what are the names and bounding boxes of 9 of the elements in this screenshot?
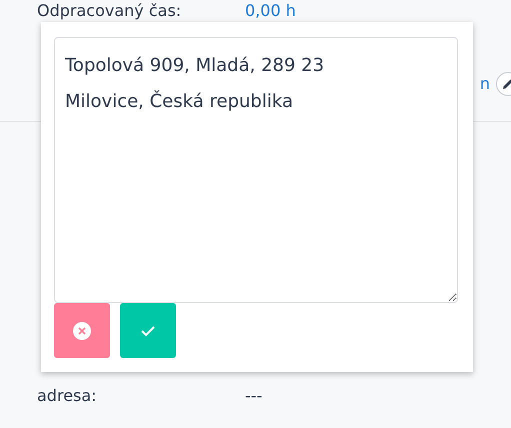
cancel-icon xyxy=(73,322,91,340)
field-label: Odpracovaný čas: xyxy=(37,1,182,20)
field-label: adresa: xyxy=(37,386,98,405)
field-value: n xyxy=(480,74,490,93)
field-value: --- xyxy=(245,386,262,405)
address-field[interactable]: Topolová 909, Mladá, 289 23 Milovice, Česká republika xyxy=(54,37,458,303)
cancel-button[interactable] xyxy=(54,303,110,358)
field-value: 0,00 h xyxy=(245,1,296,20)
check-icon xyxy=(140,324,156,338)
